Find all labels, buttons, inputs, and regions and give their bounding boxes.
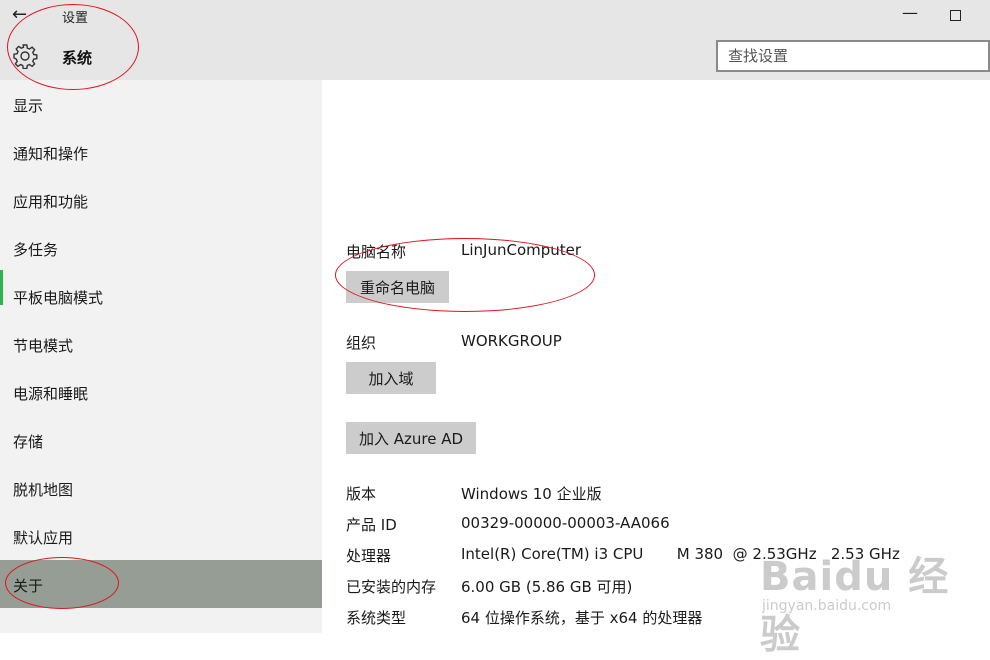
minimize-button[interactable]: — <box>898 2 922 26</box>
spec-label: 系统类型 <box>346 609 407 627</box>
sidebar-item-power-sleep[interactable]: 电源和睡眠 <box>0 368 322 416</box>
spec-label: 产品 ID <box>346 516 397 534</box>
sidebar-item-about[interactable]: 关于 <box>0 560 322 608</box>
search-input[interactable] <box>716 40 990 72</box>
spec-label: 已安装的内存 <box>346 578 437 596</box>
maximize-button[interactable] <box>944 2 968 26</box>
sidebar-item-label: 节电模式 <box>13 337 74 355</box>
window-edge-accent <box>0 270 3 305</box>
sidebar-item-display[interactable]: 显示 <box>0 80 322 128</box>
sidebar-item-tablet-mode[interactable]: 平板电脑模式 <box>0 272 322 320</box>
org-value: WORKGROUP <box>461 332 562 350</box>
sidebar-item-label: 存储 <box>13 433 44 451</box>
spec-value: 64 位操作系统，基于 x64 的处理器 <box>461 609 703 627</box>
spec-value: Windows 10 企业版 <box>461 485 602 503</box>
rename-pc-button[interactable]: 重命名电脑 <box>346 271 449 303</box>
join-domain-button[interactable]: 加入域 <box>346 362 436 394</box>
join-azure-ad-button[interactable]: 加入 Azure AD <box>346 422 476 454</box>
spec-label: 版本 <box>346 485 377 503</box>
sidebar-item-default-apps[interactable]: 默认应用 <box>0 512 322 560</box>
sidebar-item-label: 脱机地图 <box>13 481 74 499</box>
sidebar-item-label: 显示 <box>13 97 44 115</box>
back-arrow-icon[interactable]: ← <box>12 4 27 26</box>
sidebar-item-multitasking[interactable]: 多任务 <box>0 224 322 272</box>
sidebar-item-label: 关于 <box>13 577 44 595</box>
gear-icon <box>13 44 38 69</box>
watermark-url: jingyan.baidu.com <box>762 598 892 614</box>
org-label: 组织 <box>346 334 377 352</box>
sidebar-item-label: 电源和睡眠 <box>13 385 89 403</box>
maximize-icon <box>950 10 961 21</box>
sidebar-item-label: 平板电脑模式 <box>13 289 104 307</box>
pc-name-label: 电脑名称 <box>346 243 407 261</box>
sidebar-item-storage[interactable]: 存储 <box>0 416 322 464</box>
spec-value: 6.00 GB (5.86 GB 可用) <box>461 578 633 596</box>
sidebar-item-label: 通知和操作 <box>13 145 89 163</box>
sidebar-item-notifications[interactable]: 通知和操作 <box>0 128 322 176</box>
sidebar-item-apps[interactable]: 应用和功能 <box>0 176 322 224</box>
sidebar-item-label: 应用和功能 <box>13 193 89 211</box>
sidebar-item-battery-saver[interactable]: 节电模式 <box>0 320 322 368</box>
spec-label: 处理器 <box>346 547 392 565</box>
sidebar-item-offline-maps[interactable]: 脱机地图 <box>0 464 322 512</box>
section-title: 系统 <box>62 49 93 67</box>
sidebar: 显示 通知和操作 应用和功能 多任务 平板电脑模式 节电模式 电源和睡眠 存储 … <box>0 80 322 633</box>
spec-value: 00329-00000-00003-AA066 <box>461 514 670 532</box>
pc-name-value: LinJunComputer <box>461 241 582 259</box>
app-title: 设置 <box>62 11 89 26</box>
sidebar-item-label: 默认应用 <box>13 529 74 547</box>
sidebar-item-label: 多任务 <box>13 241 59 259</box>
baidu-watermark: Baidu 经验 jingyan.baidu.com <box>760 540 980 658</box>
